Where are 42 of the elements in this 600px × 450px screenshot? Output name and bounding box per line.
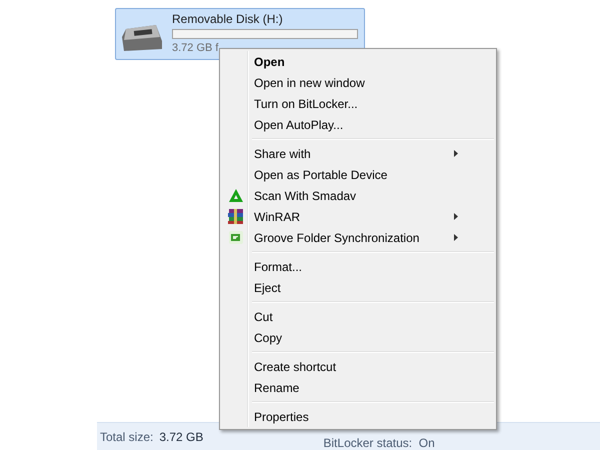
menu-item[interactable]: Properties [222,406,494,427]
menu-item[interactable]: Format... [222,256,494,277]
menu-item[interactable]: Open AutoPlay... [222,114,494,135]
menu-item-label: Rename [254,380,300,396]
menu-item-label: Open in new window [254,74,365,92]
menu-item-label: Properties [254,408,309,426]
menu-item-label: Create shortcut [254,358,336,376]
submenu-arrow-icon [454,234,458,241]
sync-icon [229,231,243,244]
menu-item-label: Eject [254,280,281,296]
menu-item[interactable]: WinRAR [222,206,494,227]
menu-item-label: Copy [254,330,282,346]
menu-item-label: Turn on BitLocker... [254,96,358,112]
menu-item[interactable]: Rename [222,377,494,398]
books-icon [228,209,244,224]
menu-item[interactable]: Scan With Smadav [222,185,494,206]
menu-item[interactable]: Groove Folder Synchronization [222,227,494,248]
menu-item-label: Format... [254,258,302,276]
menu-item-label: Groove Folder Synchronization [254,230,420,246]
menu-item-label: Open AutoPlay... [254,116,344,134]
menu-item-label: Share with [254,146,311,162]
menu-item[interactable]: Turn on BitLocker... [222,93,494,114]
menu-item[interactable]: Open in new window [222,72,494,93]
menu-item[interactable]: Create shortcut [222,356,494,377]
total-size-label: Total size: [100,428,154,446]
menu-item[interactable]: Share with [222,143,494,164]
menu-item-label: Open as Portable Device [254,166,388,184]
submenu-arrow-icon [454,150,458,157]
drive-name: Removable Disk (H:) [172,11,284,27]
submenu-arrow-icon [454,213,458,220]
menu-item[interactable]: Eject [222,277,494,298]
total-size-value: 3.72 GB [159,428,204,446]
bitlocker-status: BitLocker status: On [323,437,435,450]
menu-item-label: Scan With Smadav [254,188,356,204]
menu-item-label: WinRAR [254,208,300,226]
drive-icon [120,23,164,53]
triangle-icon [229,189,243,202]
free-space-text: 3.72 GB f [172,41,220,56]
menu-item[interactable]: Open as Portable Device [222,164,494,185]
menu-item[interactable]: Copy [222,327,494,348]
menu-item-label: Cut [254,308,273,326]
menu-item[interactable]: Cut [222,306,494,327]
